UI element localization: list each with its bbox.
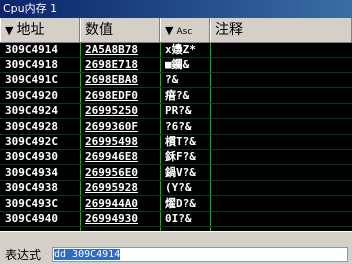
- address-cell: 309C491C: [5, 73, 58, 86]
- window-title: Cpu内存 1: [0, 0, 352, 18]
- ascii-cell: (Y?&: [165, 181, 192, 194]
- address-cell: 309C4918: [5, 58, 58, 71]
- ascii-cell: 瘖?&: [165, 89, 190, 102]
- table-row[interactable]: 309C493C 269944A0 燿D?&: [0, 197, 352, 212]
- header-ascii-label: Asc: [176, 27, 193, 37]
- ascii-cell: ?6?&: [165, 120, 192, 133]
- table-row[interactable]: 309C4930 269946E8 鉌F?&: [0, 150, 352, 165]
- address-cell: 309C4920: [5, 89, 58, 102]
- sort-arrow-icon: ▼: [5, 24, 14, 37]
- header-ascii[interactable]: ▼ Asc: [160, 18, 210, 42]
- value-cell[interactable]: 269944A0: [85, 197, 155, 211]
- table-row[interactable]: 309C4914 2A5A8B78 x嬝Z*: [0, 43, 352, 58]
- horizontal-scrollbar[interactable]: [0, 231, 352, 245]
- value-cell[interactable]: 2699360F: [85, 120, 155, 134]
- address-cell: 309C4930: [5, 150, 58, 163]
- value-cell[interactable]: 269956E0: [85, 166, 155, 180]
- table-row[interactable]: 309C4918 2698E718 ■鑭&: [0, 58, 352, 73]
- value-cell[interactable]: 2698EDF0: [85, 89, 155, 103]
- header-comment-label: 注释: [215, 22, 243, 38]
- ascii-cell: 鉌F?&: [165, 150, 196, 163]
- header-address-label: 地址: [16, 22, 45, 38]
- ascii-cell: ?&: [165, 73, 179, 86]
- table-row[interactable]: 309C4934 269956E0 鍋V?&: [0, 166, 352, 181]
- address-cell: 309C492C: [5, 135, 58, 148]
- address-cell: 309C4928: [5, 120, 58, 133]
- value-cell[interactable]: 269946E8: [85, 150, 155, 164]
- ascii-cell: x嬝Z*: [165, 43, 196, 56]
- ascii-cell: 燿D?&: [165, 197, 196, 210]
- table-row[interactable]: 309C4938 26995928 (Y?&: [0, 181, 352, 196]
- sort-arrow-icon: ▼: [165, 24, 174, 37]
- table-row[interactable]: 309C491C 2698EBA8 ?&: [0, 73, 352, 88]
- table-row[interactable]: 309C4920 2698EDF0 瘖?&: [0, 89, 352, 104]
- header-address[interactable]: ▼ 地址: [0, 18, 80, 42]
- table-row[interactable]: 309C4924 26995250 PR?&: [0, 104, 352, 119]
- header-value-label: 数值: [85, 22, 113, 38]
- ascii-cell: ■鑭&: [165, 58, 190, 71]
- expression-input-value: dd 309C4914: [54, 249, 121, 260]
- expression-bar: 表达式 dd 309C4914: [0, 245, 352, 264]
- address-cell: 309C493C: [5, 197, 58, 210]
- ascii-cell: 0I?&: [165, 212, 192, 225]
- value-cell[interactable]: 26995498: [85, 135, 155, 149]
- value-cell[interactable]: 26994930: [85, 212, 155, 226]
- address-cell: 309C4940: [5, 212, 58, 225]
- column-header: ▼ 地址 数值 ▼ Asc 注释: [0, 18, 352, 43]
- header-comment[interactable]: 注释: [210, 18, 352, 42]
- table-row[interactable]: 309C4940 26994930 0I?&: [0, 212, 352, 227]
- ascii-cell: 鍋V?&: [165, 166, 196, 179]
- table-row[interactable]: 309C492C 26995498 樌T?&: [0, 135, 352, 150]
- value-cell[interactable]: 2A5A8B78: [85, 43, 155, 57]
- memory-dump-grid[interactable]: 309C4914 2A5A8B78 x嬝Z* 309C4918 2698E718…: [0, 43, 352, 231]
- value-cell[interactable]: 26995250: [85, 104, 155, 118]
- table-row[interactable]: 309C4928 2699360F ?6?&: [0, 120, 352, 135]
- header-value[interactable]: 数值: [80, 18, 160, 42]
- address-cell: 309C4934: [5, 166, 58, 179]
- address-cell: 309C4938: [5, 181, 58, 194]
- expression-input[interactable]: dd 309C4914: [52, 247, 348, 262]
- value-cell[interactable]: 26995928: [85, 181, 155, 195]
- expression-label: 表达式: [5, 248, 42, 262]
- value-cell[interactable]: 2698E718: [85, 58, 155, 72]
- ascii-cell: 樌T?&: [165, 135, 196, 148]
- address-cell: 309C4914: [5, 43, 58, 56]
- address-cell: 309C4924: [5, 104, 58, 117]
- ascii-cell: PR?&: [165, 104, 192, 117]
- value-cell[interactable]: 2698EBA8: [85, 73, 155, 87]
